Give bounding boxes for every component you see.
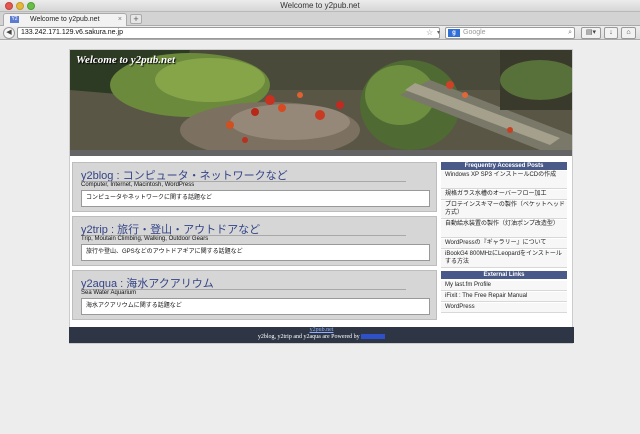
address-bar[interactable]: 133.242.171.129.v6.sakura.ne.jp ☆ ▾ ↻ [17,27,453,39]
search-placeholder: Google [463,29,486,36]
site-title: Welcome to y2pub.net [76,54,176,66]
entry-y2blog: y2blog : コンピュータ・ネットワークなど Computer, Inter… [72,162,437,212]
back-button[interactable]: ◀ [3,27,15,39]
footer-credit: y2blog, y2trip and y2aqua are Powered by [257,334,360,340]
back-arrow-icon: ◀ [6,29,12,36]
blog-list: y2blog : コンピュータ・ネットワークなど Computer, Inter… [72,162,437,322]
frequent-post-link[interactable]: iBookG4 800MHzにLeopardをインストールする方法 [441,250,567,268]
external-link[interactable]: WordPress [441,303,567,313]
home-button[interactable]: ⌂ [621,27,636,39]
url-text: 133.242.171.129.v6.sakura.ne.jp [21,29,123,36]
sidebar: Frequentry Accessed Posts Windows XP SP3… [441,162,567,322]
search-input[interactable]: g Google ⌕ [445,27,575,39]
header-banner: Welcome to y2pub.net [70,50,572,150]
window-titlebar: Welcome to y2pub.net [0,0,640,12]
tab-title: Welcome to y2pub.net [30,16,100,23]
entry-y2aqua: y2aqua : 海水アクアリウム Sea Water Aquarium 海水ア… [72,270,437,320]
entry-tags: Computer, Internet, Macintosh, WordPress [81,182,195,188]
tab-welcome[interactable]: Y2 Welcome to y2pub.net × [3,13,127,26]
bookmarks-menu-button[interactable]: ▤▾ [581,27,601,39]
entry-description: 旅行や登山、GPSなどのアウトドアギアに関する話題など [81,244,430,261]
navigation-toolbar: ◀ 133.242.171.129.v6.sakura.ne.jp ☆ ▾ ↻ … [0,26,640,40]
history-dropdown-icon[interactable]: ▾ [437,28,440,38]
footer-site-link[interactable]: y2pub.net [310,327,334,333]
entry-description: 海水アクアリウムに関する話題など [81,298,430,315]
external-link[interactable]: iFixit : The Free Repair Manual [441,292,567,302]
new-tab-button[interactable]: + [130,14,142,24]
tab-close-icon[interactable]: × [118,14,122,26]
entry-y2trip: y2trip : 旅行・登山・アウトドアなど Trip, Moutain Cli… [72,216,437,266]
frequent-post-link[interactable]: 規格ガラス水槽のオーバーフロー加工 [441,190,567,200]
home-icon: ⌂ [626,29,631,36]
tab-bar: Y2 Welcome to y2pub.net × + [0,12,640,26]
powered-by-link[interactable] [361,334,386,340]
window-title: Welcome to y2pub.net [280,1,360,10]
frequent-post-link[interactable]: 自動給水装置の製作（灯油ポンプ改造型） [441,220,567,238]
footer: y2pub.net y2blog, y2trip and y2aqua are … [69,327,574,343]
external-link[interactable]: My last.fm Profile [441,281,567,291]
entry-tags: Sea Water Aquarium [81,290,137,296]
frequent-posts-heading: Frequentry Accessed Posts [441,162,567,170]
external-links-heading: External Links [441,271,567,279]
entry-description: コンピュータやネットワークに関する話題など [81,190,430,207]
bookmarks-icon: ▤▾ [585,29,597,36]
frequent-post-link[interactable]: プロテインスキマーの製作（ベケットヘッド方式） [441,201,567,219]
web-page: Welcome to y2pub.net y2blog : コンピュータ・ネット… [0,41,640,434]
downloads-button[interactable]: ↓ [604,27,618,39]
site-container: Welcome to y2pub.net y2blog : コンピュータ・ネット… [69,49,573,344]
download-arrow-icon: ↓ [609,29,613,36]
entry-tags: Trip, Moutain Climbing, Walking, Outdoor… [81,236,209,242]
search-magnifier-icon[interactable]: ⌕ [568,28,572,38]
frequent-post-link[interactable]: WordPressの『ギャラリー』について [441,239,567,249]
frequent-post-link[interactable]: Windows XP SP3 インストールCDの作成 [441,171,567,189]
favicon-icon: Y2 [10,16,19,23]
search-engine-icon[interactable]: g [448,29,460,37]
bookmark-star-icon[interactable]: ☆ [426,28,433,38]
header-strip [70,150,572,156]
